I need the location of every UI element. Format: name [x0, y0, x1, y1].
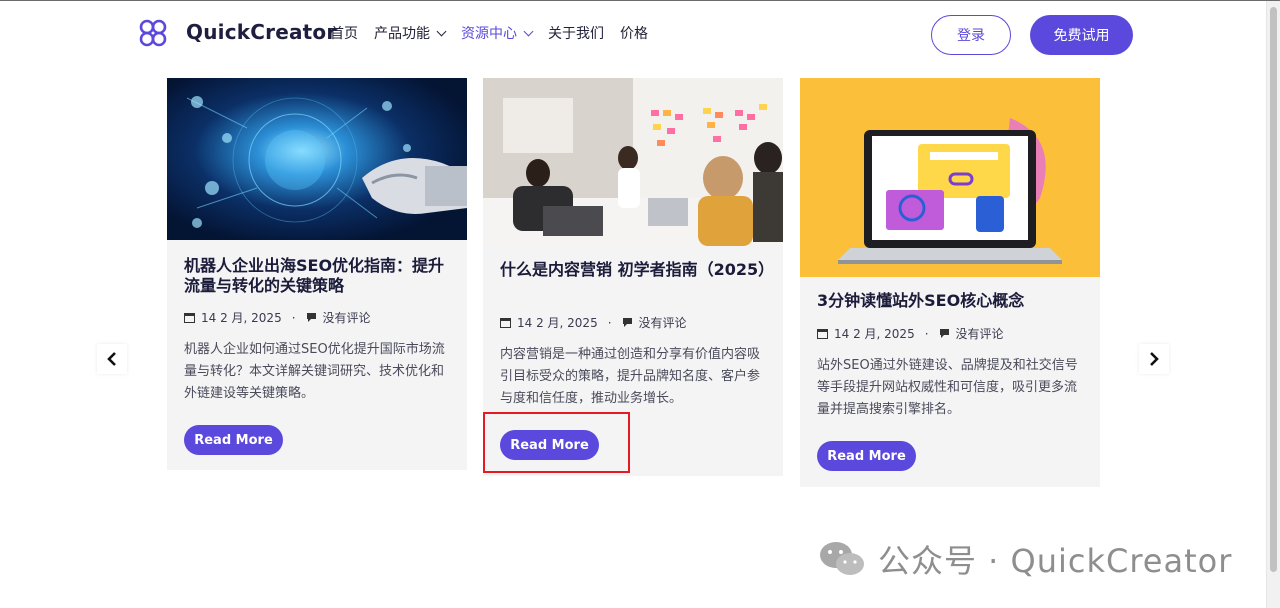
post-comments[interactable]: 没有评论	[956, 325, 1004, 342]
comment-icon	[939, 329, 949, 338]
chevron-down-icon	[436, 26, 447, 36]
post-excerpt: 站外SEO通过外链建设、品牌提及和社交信号等手段提升网站权威性和可信度，吸引更多…	[817, 358, 1078, 417]
post-title[interactable]: 机器人企业出海SEO优化指南：提升流量与转化的关键策略	[184, 256, 454, 296]
post-meta: 14 2 月, 2025 · 没有评论	[817, 325, 1004, 342]
nav-item-home[interactable]: 首页	[330, 23, 358, 43]
watermark-text: 公众号 · QuickCreator	[878, 542, 1233, 580]
calendar-icon	[817, 329, 828, 339]
nav-item-label: 价格	[620, 26, 648, 42]
post-card: 机器人企业出海SEO优化指南：提升流量与转化的关键策略 14 2 月, 2025…	[167, 78, 467, 470]
post-thumbnail-meeting[interactable]	[483, 78, 783, 246]
read-more-button[interactable]: Read More	[184, 425, 283, 455]
login-button[interactable]: 登录	[931, 15, 1011, 55]
scrollbar-thumb[interactable]	[1270, 7, 1277, 572]
post-title[interactable]: 3分钟读懂站外SEO核心概念	[817, 291, 1087, 311]
chevron-left-icon	[107, 352, 116, 366]
post-thumbnail-ai-robot[interactable]	[167, 78, 467, 240]
post-comments[interactable]: 没有评论	[323, 309, 371, 326]
post-meta: 14 2 月, 2025 · 没有评论	[500, 314, 687, 331]
nav-item-pricing[interactable]: 价格	[620, 23, 648, 43]
post-comments[interactable]: 没有评论	[639, 314, 687, 331]
nav-item-about[interactable]: 关于我们	[548, 23, 604, 43]
carousel-next-button[interactable]	[1139, 344, 1169, 374]
chevron-right-icon	[1150, 352, 1159, 366]
post-thumbnail-laptop[interactable]	[800, 78, 1100, 277]
wechat-icon	[820, 542, 864, 575]
nav-item-resources[interactable]: 资源中心	[461, 23, 534, 43]
nav-item-label: 产品功能	[374, 26, 430, 42]
post-date: 14 2 月, 2025	[517, 316, 598, 330]
comment-icon	[622, 318, 632, 327]
nav-item-products[interactable]: 产品功能	[374, 23, 447, 43]
post-excerpt: 内容营销是一种通过创造和分享有价值内容吸引目标受众的策略，提升品牌知名度、客户参…	[500, 347, 761, 406]
brand-name[interactable]: QuickCreator	[186, 20, 336, 44]
carousel-prev-button[interactable]	[97, 344, 127, 374]
highlight-box	[483, 412, 630, 473]
comment-icon	[306, 313, 316, 322]
post-excerpt: 机器人企业如何通过SEO优化提升国际市场流量与转化？本文详解关键词研究、技术优化…	[184, 342, 445, 401]
calendar-icon	[184, 313, 195, 323]
post-title[interactable]: 什么是内容营销 初学者指南（2025）	[500, 260, 774, 280]
read-more-button[interactable]: Read More	[817, 441, 916, 471]
post-date: 14 2 月, 2025	[834, 327, 915, 341]
nav-item-label: 资源中心	[461, 26, 517, 42]
chevron-down-icon	[523, 26, 534, 36]
site-header: QuickCreator 首页 产品功能 资源中心 关于我们 价格 登录 免费试…	[0, 1, 1266, 67]
wechat-watermark: 公众号 · QuickCreator	[818, 536, 1232, 582]
post-date: 14 2 月, 2025	[201, 311, 282, 325]
main-nav: 首页 产品功能 资源中心 关于我们 价格	[330, 23, 664, 43]
post-card: 3分钟读懂站外SEO核心概念 14 2 月, 2025 · 没有评论 站外SEO…	[800, 78, 1100, 487]
calendar-icon	[500, 318, 511, 328]
page-scrollbar[interactable]	[1266, 1, 1280, 608]
nav-item-label: 首页	[330, 26, 358, 42]
quickcreator-logo-icon[interactable]	[138, 18, 168, 48]
free-trial-button[interactable]: 免费试用	[1030, 15, 1133, 55]
nav-item-label: 关于我们	[548, 26, 604, 42]
post-meta: 14 2 月, 2025 · 没有评论	[184, 309, 371, 326]
